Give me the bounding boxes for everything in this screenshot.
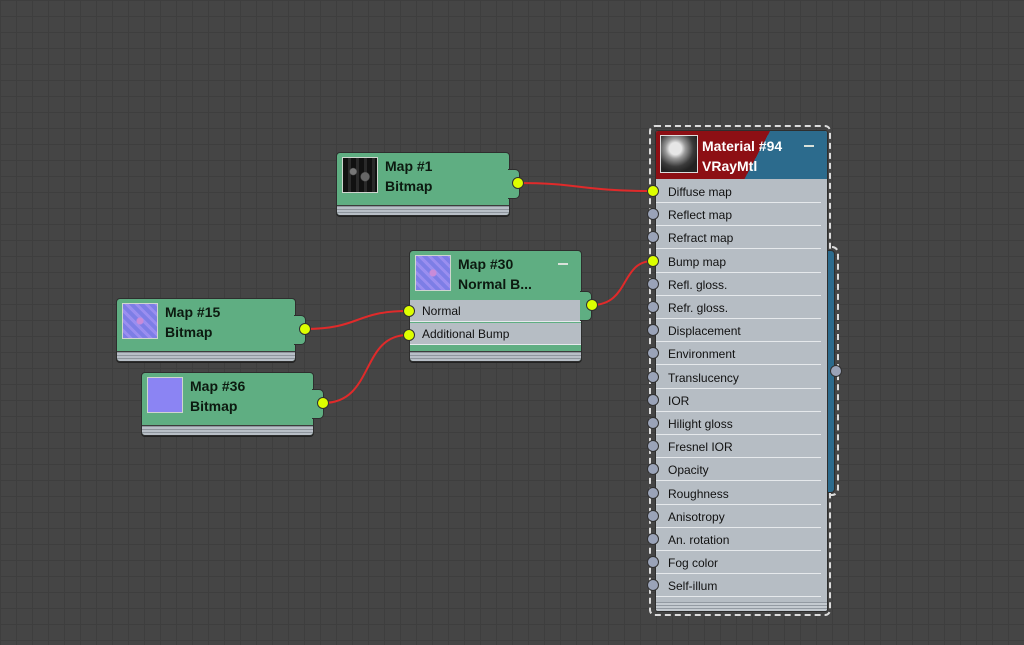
node-map36-title: Map #36 [190, 378, 246, 394]
node-map1-title: Map #1 [385, 158, 433, 174]
material-input-port-diffuse-map[interactable] [647, 185, 659, 197]
node-map30-title: Map #30 [458, 256, 514, 272]
wire-map1-diffuse[interactable] [517, 182, 654, 192]
map1-thumbnail [342, 157, 378, 193]
map30-normal-input-port[interactable] [403, 305, 415, 317]
material-input-port-refl-gloss[interactable] [647, 277, 659, 290]
material-slot-environment[interactable]: Environment [656, 343, 821, 366]
material-slot-an-rotation[interactable]: An. rotation [656, 529, 821, 551]
material-slot-fresnel-ior[interactable]: Fresnel IOR [656, 436, 821, 459]
material-slot-refr-gloss[interactable]: Refr. gloss. [656, 297, 821, 319]
node-material94[interactable]: Material #94 VRayMtl Diffuse map Reflect … [655, 130, 828, 612]
material-slot-reflect-map[interactable]: Reflect map [656, 204, 821, 227]
wire-map36-additional-bump[interactable] [322, 334, 409, 404]
material-slot-anisotropy[interactable]: Anisotropy [656, 505, 821, 528]
node-map30-output-port[interactable] [586, 299, 598, 311]
material-slot-refl-gloss[interactable]: Refl. gloss. [656, 273, 821, 296]
material-slot-roughness[interactable]: Roughness [656, 482, 821, 505]
node-map1[interactable]: Map #1 Bitmap [336, 152, 510, 216]
node-map36[interactable]: Map #36 Bitmap [141, 372, 314, 436]
map36-thumbnail [147, 377, 183, 413]
material-input-port-refr-gloss[interactable] [647, 301, 659, 313]
material-input-port-an-rotation[interactable] [647, 533, 659, 545]
map30-slot-additional-bump[interactable]: Additional Bump [410, 323, 581, 345]
node-map1-type: Bitmap [385, 178, 433, 194]
material-minimize-icon[interactable] [804, 145, 814, 147]
node-map15-type: Bitmap [165, 324, 213, 340]
material-slot-opacity[interactable]: Opacity [656, 459, 821, 482]
material-slot-bump-map[interactable]: Bump map [656, 250, 821, 273]
material-slot-translucency[interactable]: Translucency [656, 366, 821, 389]
node-map1-output-port[interactable] [512, 177, 524, 189]
node-map36-output-port[interactable] [317, 397, 329, 409]
material-type: VRayMtl [702, 158, 758, 174]
material-slot-displacement[interactable]: Displacement [656, 320, 821, 343]
material-output-port[interactable] [830, 365, 842, 377]
node-map15[interactable]: Map #15 Bitmap [116, 298, 296, 362]
material-input-port-roughness[interactable] [647, 486, 659, 499]
material-input-port-anisotropy[interactable] [647, 509, 659, 522]
node-map15-title: Map #15 [165, 304, 221, 320]
wire-map30-bump[interactable] [591, 260, 654, 306]
material-slot-ior[interactable]: IOR [656, 389, 821, 412]
node-map30-footer [410, 351, 581, 361]
node-map36-type: Bitmap [190, 398, 238, 414]
material-title: Material #94 [702, 138, 783, 154]
map30-additional-bump-input-port[interactable] [403, 329, 415, 341]
material-header[interactable]: Material #94 VRayMtl [656, 131, 827, 179]
material-slot-fog-color[interactable]: Fog color [656, 552, 821, 575]
map15-thumbnail [122, 303, 158, 339]
node-map30[interactable]: Map #30 Normal B... Normal Additional Bu… [409, 250, 582, 362]
map30-slot-normal[interactable]: Normal [410, 300, 581, 322]
node-map1-footer [337, 205, 509, 215]
material-slot-diffuse-map[interactable]: Diffuse map [656, 181, 821, 203]
material-footer [656, 602, 827, 611]
map30-thumbnail [415, 255, 451, 291]
material-slot-hilight-gloss[interactable]: Hilight gloss [656, 413, 821, 435]
material-input-port-ior[interactable] [647, 393, 659, 406]
material-input-port-hilight-gloss[interactable] [647, 417, 659, 429]
node-map15-output-port[interactable] [299, 323, 311, 335]
material-slot-self-illum[interactable]: Self-illum [656, 575, 821, 598]
map30-minimize-icon[interactable] [558, 263, 568, 265]
material-input-port-bump-map[interactable] [647, 254, 659, 267]
material-input-port-translucency[interactable] [647, 370, 659, 383]
node-map36-footer [142, 425, 313, 435]
node-map30-type: Normal B... [458, 276, 532, 292]
material-slot-refract-map[interactable]: Refract map [656, 227, 821, 250]
wire-map15-normal[interactable] [304, 310, 409, 330]
material-thumbnail [660, 135, 698, 173]
node-map15-footer [117, 351, 295, 361]
